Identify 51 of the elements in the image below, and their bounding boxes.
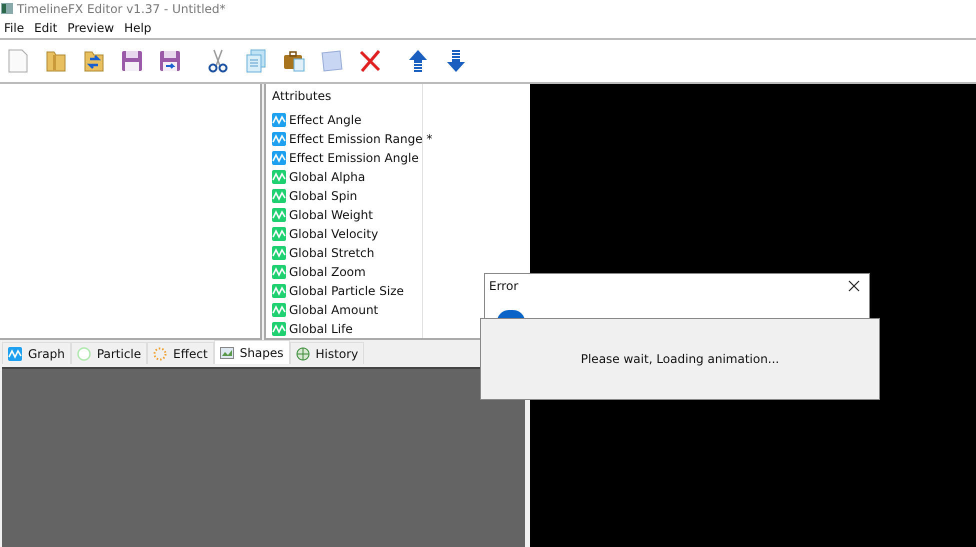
attribute-item[interactable]: Effect Angle [289,112,362,126]
graph-icon [272,170,286,184]
attribute-item[interactable]: Global Life [289,322,353,336]
graph-icon [272,188,286,202]
dialog-title: Error [489,279,518,293]
graph-icon [272,208,286,222]
down-arrow-icon [444,48,468,74]
attribute-item[interactable]: Global Particle Size [289,284,404,298]
graph-icon [272,150,286,164]
attribute-item[interactable]: Effect Emission Angle [289,150,419,164]
menu-item[interactable]: Edit [30,20,64,34]
loading-message: Please wait, Loading animation... [580,352,780,366]
graph-icon [272,226,286,240]
globe-icon [296,346,310,360]
attribute-item[interactable]: Global Alpha [289,170,366,184]
attribute-item[interactable]: Global Amount [289,302,378,316]
copy-icon [244,48,268,74]
menu-item[interactable]: Preview [63,20,120,34]
graph-icon [272,302,286,316]
circle-icon [76,346,91,360]
delete-icon [358,48,382,74]
image-icon [220,346,234,358]
tab[interactable]: Effect [147,342,214,364]
tab[interactable]: Shapes [214,340,290,364]
attribute-item[interactable]: Global Spin [289,188,358,202]
graph-icon [272,246,286,260]
dotted-ring-icon [153,346,168,360]
app-icon [1,3,13,14]
graph-icon [272,264,286,278]
graph-icon [272,322,286,336]
graph-icon [272,112,286,126]
new-file-icon [6,48,30,74]
toolbar-button[interactable] [206,47,230,75]
attribute-item[interactable]: Global Velocity [289,226,378,240]
up-arrow-icon [406,48,430,74]
attribute-item[interactable]: Global Stretch [289,246,374,260]
toolbar-button[interactable] [358,47,382,75]
menu-item[interactable]: Help [120,20,158,34]
attribute-item[interactable]: Global Weight [289,208,373,222]
menu-item[interactable]: File [0,20,30,34]
window-title: TimelineFX Editor v1.37 - Untitled* [17,2,226,16]
tab[interactable]: Graph [2,342,71,364]
graph-icon [272,284,286,298]
attribute-item[interactable]: Global Zoom [289,264,366,278]
attributes-header: Attributes [272,88,332,105]
attribute-item[interactable]: Effect Emission Range * [289,132,432,146]
graph-icon [272,132,286,146]
scissors-icon [206,48,230,74]
tab[interactable]: Particle [70,342,148,364]
graph-icon [8,346,22,360]
tab[interactable]: History [290,342,364,364]
